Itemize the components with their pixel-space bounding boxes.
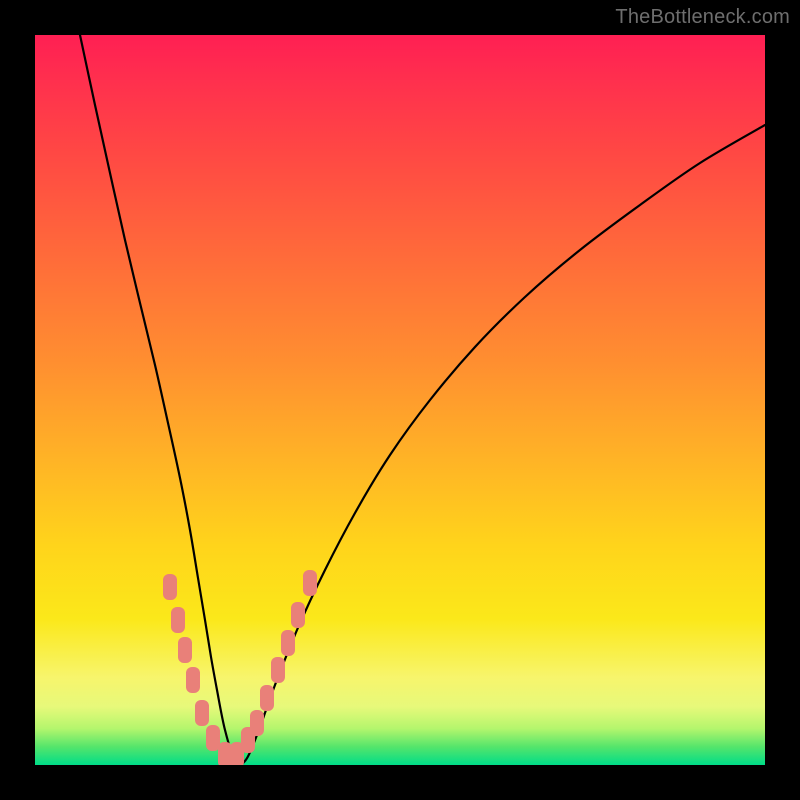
marker-bead — [260, 685, 274, 711]
marker-group — [163, 570, 317, 765]
marker-bead — [291, 602, 305, 628]
marker-bead — [303, 570, 317, 596]
chart-svg — [35, 35, 765, 765]
marker-bead — [271, 657, 285, 683]
marker-bead — [250, 710, 264, 736]
marker-bead — [195, 700, 209, 726]
marker-bead — [281, 630, 295, 656]
plot-area — [35, 35, 765, 765]
marker-bead — [186, 667, 200, 693]
watermark-text: TheBottleneck.com — [615, 6, 790, 29]
marker-bead — [206, 725, 220, 751]
marker-bead — [178, 637, 192, 663]
marker-bead — [163, 574, 177, 600]
chart-frame: TheBottleneck.com — [0, 0, 800, 800]
marker-bead — [218, 742, 232, 765]
marker-bead — [171, 607, 185, 633]
